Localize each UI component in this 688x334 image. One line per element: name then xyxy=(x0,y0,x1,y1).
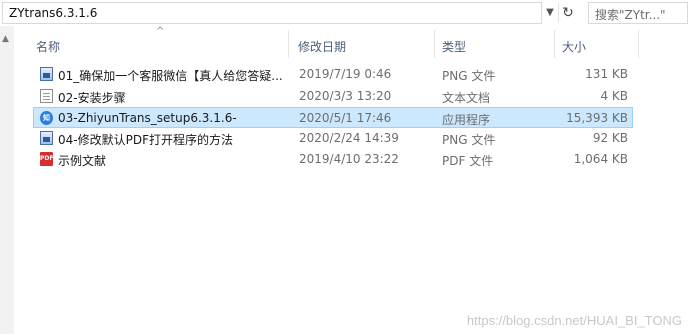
column-divider[interactable] xyxy=(638,30,639,58)
column-divider[interactable] xyxy=(554,30,555,58)
column-divider[interactable] xyxy=(434,30,435,58)
application-icon: 知 xyxy=(40,111,53,125)
file-type: 文本文档 xyxy=(442,91,491,105)
file-name: 04-修改默认PDF打开程序的方法 xyxy=(58,133,233,147)
column-size[interactable]: 大小 xyxy=(562,38,586,55)
navigation-scrollbar[interactable]: ▲ xyxy=(0,26,14,334)
watermark: https://blog.csdn.net/HUAI_BI_TONG xyxy=(466,313,682,328)
column-name[interactable]: 名称 xyxy=(36,38,60,55)
file-name: 01_确保加一个客服微信【真人给您答疑... xyxy=(58,69,283,83)
file-date: 2020/2/24 14:39 xyxy=(299,131,399,145)
file-type: PNG 文件 xyxy=(442,133,496,147)
column-type[interactable]: 类型 xyxy=(442,38,466,55)
file-row[interactable]: 02-安装步骤 2020/3/3 13:20 文本文档 4 KB xyxy=(34,86,632,106)
file-type: PNG 文件 xyxy=(442,69,496,83)
png-image-icon xyxy=(40,67,53,81)
file-size: 15,393 KB xyxy=(566,111,628,125)
file-type: PDF 文件 xyxy=(442,154,494,168)
png-image-icon xyxy=(40,131,53,145)
refresh-icon[interactable]: ↻ xyxy=(558,3,577,23)
address-path: ZYtrans6.3.1.6 xyxy=(9,6,98,20)
file-date: 2020/3/3 13:20 xyxy=(299,89,392,103)
file-row[interactable]: 01_确保加一个客服微信【真人给您答疑... 2019/7/19 0:46 PN… xyxy=(34,64,632,84)
file-row[interactable]: PDF 示例文献 2019/4/10 23:22 PDF 文件 1,064 KB xyxy=(34,149,632,169)
text-document-icon xyxy=(40,89,53,103)
column-divider[interactable] xyxy=(288,30,289,58)
search-input[interactable]: 搜索"ZYtr..." xyxy=(588,2,688,24)
address-field[interactable]: ZYtrans6.3.1.6 xyxy=(2,2,542,24)
file-date: 2019/4/10 23:22 xyxy=(299,152,399,166)
file-size: 1,064 KB xyxy=(573,152,628,166)
file-name: 02-安装步骤 xyxy=(58,91,126,105)
sort-up-icon: ^ xyxy=(156,26,165,37)
column-date[interactable]: 修改日期 xyxy=(298,38,346,55)
scroll-up-icon[interactable]: ▲ xyxy=(2,34,9,44)
file-type: 应用程序 xyxy=(442,113,491,127)
pdf-file-icon: PDF xyxy=(40,152,53,166)
address-bar: ZYtrans6.3.1.6 ▼ ↻ 搜索"ZYtr..." xyxy=(0,0,688,26)
file-name: 示例文献 xyxy=(58,154,107,168)
file-date: 2020/5/1 17:46 xyxy=(299,111,392,125)
chevron-down-icon[interactable]: ▼ xyxy=(542,3,558,23)
file-size: 92 KB xyxy=(592,131,628,145)
file-name: 03-ZhiyunTrans_setup6.3.1.6- xyxy=(58,111,237,125)
file-date: 2019/7/19 0:46 xyxy=(299,67,392,81)
column-header: ^ 名称 修改日期 类型 大小 xyxy=(30,26,640,58)
file-row[interactable]: 04-修改默认PDF打开程序的方法 2020/2/24 14:39 PNG 文件… xyxy=(34,128,632,148)
file-row-selected[interactable]: 知 03-ZhiyunTrans_setup6.3.1.6- 2020/5/1 … xyxy=(33,107,633,128)
search-placeholder: 搜索"ZYtr..." xyxy=(595,8,666,22)
file-size: 131 KB xyxy=(585,67,628,81)
file-size: 4 KB xyxy=(600,89,628,103)
